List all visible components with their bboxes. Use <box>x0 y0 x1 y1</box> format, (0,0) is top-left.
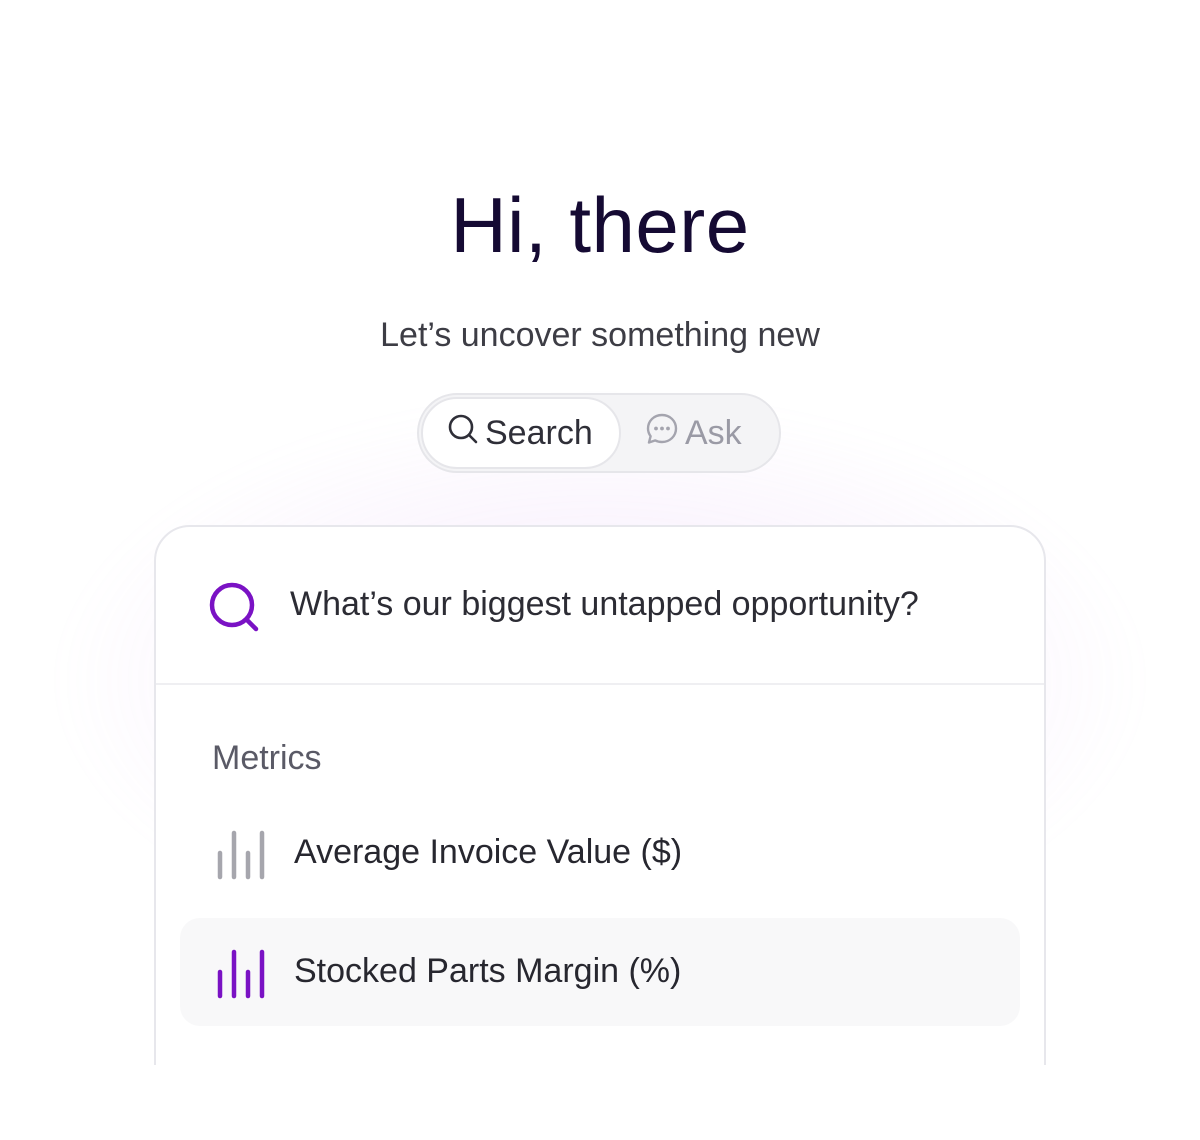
search-mode-label: Search <box>485 413 593 452</box>
bottom-fade <box>0 1065 1200 1140</box>
search-icon <box>208 581 262 640</box>
search-panel: What’s our biggest untapped opportunity?… <box>154 525 1046 1140</box>
page-title: Hi, there <box>450 181 750 269</box>
list-item[interactable]: Average Invoice Value ($) <box>180 799 1020 907</box>
list-item[interactable]: Stocked Parts Margin (%) <box>180 918 1020 1026</box>
bar-chart-icon <box>214 946 270 1005</box>
mode-toggle: Search Ask <box>417 393 781 473</box>
list-item-label: Average Invoice Value ($) <box>294 833 683 871</box>
search-bar[interactable]: What’s our biggest untapped opportunity? <box>156 527 1044 685</box>
search-icon <box>447 413 485 454</box>
page: Hi, there Let’s uncover something new Se… <box>0 0 1200 1140</box>
ask-mode-button[interactable]: Ask <box>645 397 779 469</box>
search-mode-button[interactable]: Search <box>421 397 621 469</box>
list-item-label: Stocked Parts Margin (%) <box>294 952 682 990</box>
page-subtitle: Let’s uncover something new <box>380 316 820 354</box>
bar-chart-icon <box>214 827 270 886</box>
chat-bubble-icon <box>645 412 685 455</box>
section-label-metrics: Metrics <box>212 739 322 777</box>
search-input[interactable]: What’s our biggest untapped opportunity? <box>290 585 919 624</box>
ask-mode-label: Ask <box>685 413 742 452</box>
